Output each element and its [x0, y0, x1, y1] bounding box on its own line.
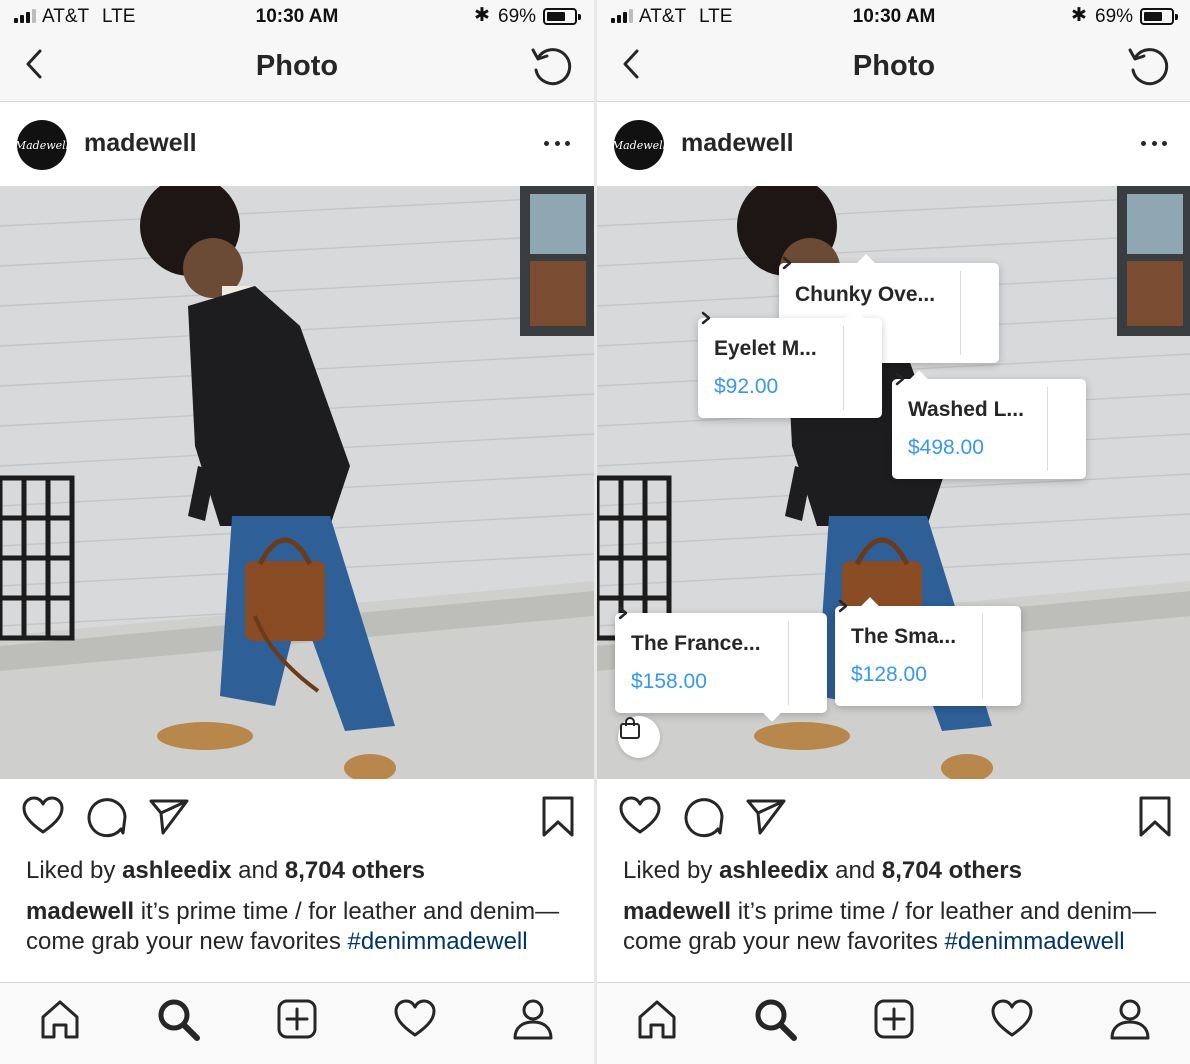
- tag-separator: [960, 271, 961, 355]
- post-username[interactable]: madewell: [681, 129, 794, 158]
- chevron-right-icon: [895, 372, 905, 386]
- tag-separator: [788, 621, 789, 705]
- bluetooth-icon: ✱: [474, 5, 490, 26]
- liked-by-others[interactable]: 8,704 others: [882, 857, 1022, 884]
- avatar[interactable]: Madewell: [15, 120, 69, 170]
- tab-bar: [0, 982, 594, 1064]
- profile-icon[interactable]: [511, 997, 555, 1041]
- activity-heart-icon[interactable]: [990, 997, 1034, 1041]
- caption-username[interactable]: madewell: [623, 898, 731, 925]
- status-bar: AT&T LTE 10:30 AM ✱ 69%: [597, 0, 1190, 32]
- comment-icon[interactable]: [85, 795, 129, 839]
- caption-hashtag[interactable]: #denimmadewell: [944, 928, 1124, 955]
- avatar[interactable]: Madewell: [612, 120, 666, 170]
- liked-by-others[interactable]: 8,704 others: [285, 857, 425, 884]
- chevron-right-icon: [701, 311, 711, 325]
- product-tag-price: $128.00: [851, 663, 927, 686]
- product-tag-price: $498.00: [908, 436, 984, 459]
- home-icon[interactable]: [38, 997, 82, 1041]
- send-icon[interactable]: [147, 795, 191, 839]
- likes-line: Liked by ashleedix and 8,704 others: [623, 857, 1022, 885]
- page-title: Photo: [255, 50, 339, 82]
- bookmark-icon[interactable]: [1133, 795, 1177, 839]
- phone-screen-untagged: AT&T LTE 10:30 AM ✱ 69% Photo Madewell m…: [0, 0, 594, 1064]
- liked-by-user[interactable]: ashleedix: [122, 857, 231, 884]
- navigation-bar: Photo: [597, 32, 1190, 102]
- battery-fill: [1144, 12, 1162, 21]
- liked-by-and: and: [238, 857, 279, 884]
- liked-by-and: and: [835, 857, 876, 884]
- shopping-bag-glyph: [620, 717, 640, 739]
- photo-illustration: [0, 186, 594, 779]
- rotate-icon[interactable]: [1125, 44, 1169, 88]
- phone-screen-tagged: AT&T LTE 10:30 AM ✱ 69% Photo Madewell m…: [597, 0, 1190, 1064]
- heart-icon[interactable]: [21, 795, 65, 839]
- battery-percent: 69%: [1095, 6, 1134, 27]
- send-icon[interactable]: [744, 795, 788, 839]
- product-tag-price: $158.00: [631, 670, 707, 693]
- page-title: Photo: [852, 50, 936, 82]
- search-icon[interactable]: [156, 997, 200, 1041]
- chevron-right-icon: [618, 606, 628, 620]
- tab-bar: [597, 982, 1190, 1064]
- add-icon[interactable]: [275, 997, 319, 1041]
- product-tag-name: The France...: [631, 632, 761, 655]
- product-tag-france[interactable]: The France... $158.00: [615, 606, 827, 713]
- post-photo[interactable]: Chunky Ove... Eyelet M... $92.00 Washed …: [597, 186, 1190, 779]
- post-caption: madewell it’s prime time / for leather a…: [623, 897, 1163, 957]
- home-icon[interactable]: [635, 997, 679, 1041]
- post-actions: [597, 779, 1190, 857]
- product-tag-name: Chunky Ove...: [795, 283, 936, 306]
- tag-separator: [1047, 387, 1048, 471]
- profile-icon[interactable]: [1108, 997, 1152, 1041]
- battery-fill: [547, 12, 565, 21]
- shopping-bag-icon[interactable]: [618, 716, 660, 758]
- add-icon[interactable]: [872, 997, 916, 1041]
- product-tag-price: $92.00: [714, 375, 779, 398]
- heart-icon[interactable]: [618, 795, 662, 839]
- caption-username[interactable]: madewell: [26, 898, 134, 925]
- comment-icon[interactable]: [682, 795, 726, 839]
- liked-by-prefix: Liked by: [623, 857, 713, 884]
- more-icon[interactable]: [1141, 133, 1167, 153]
- product-tag-name: Washed L...: [908, 398, 1024, 421]
- tag-separator: [843, 326, 844, 410]
- post-header: Madewell madewell: [597, 103, 1190, 186]
- post-header: Madewell madewell: [0, 103, 594, 186]
- rotate-icon[interactable]: [528, 44, 572, 88]
- product-tag-small[interactable]: The Sma... $128.00: [835, 599, 1021, 706]
- more-icon[interactable]: [544, 133, 570, 153]
- chevron-right-icon: [782, 256, 792, 270]
- battery-icon: [543, 8, 581, 25]
- product-tag-eyelet[interactable]: Eyelet M... $92.00: [698, 311, 882, 418]
- liked-by-prefix: Liked by: [26, 857, 116, 884]
- post-actions: [0, 779, 594, 857]
- post-username[interactable]: madewell: [84, 129, 197, 158]
- product-tag-washed[interactable]: Washed L... $498.00: [892, 372, 1086, 479]
- battery-icon: [1140, 8, 1178, 25]
- product-tag-name: Eyelet M...: [714, 337, 817, 360]
- tag-separator: [982, 614, 983, 698]
- liked-by-user[interactable]: ashleedix: [719, 857, 828, 884]
- post-caption: madewell it’s prime time / for leather a…: [26, 897, 566, 957]
- bookmark-icon[interactable]: [536, 795, 580, 839]
- post-photo[interactable]: [0, 186, 594, 779]
- caption-hashtag[interactable]: #denimmadewell: [347, 928, 527, 955]
- chevron-right-icon: [838, 599, 848, 613]
- search-icon[interactable]: [753, 997, 797, 1041]
- activity-heart-icon[interactable]: [393, 997, 437, 1041]
- status-bar: AT&T LTE 10:30 AM ✱ 69%: [0, 0, 594, 32]
- product-tag-name: The Sma...: [851, 625, 957, 648]
- likes-line: Liked by ashleedix and 8,704 others: [26, 857, 425, 885]
- navigation-bar: Photo: [0, 32, 594, 102]
- bluetooth-icon: ✱: [1071, 5, 1087, 26]
- battery-percent: 69%: [498, 6, 537, 27]
